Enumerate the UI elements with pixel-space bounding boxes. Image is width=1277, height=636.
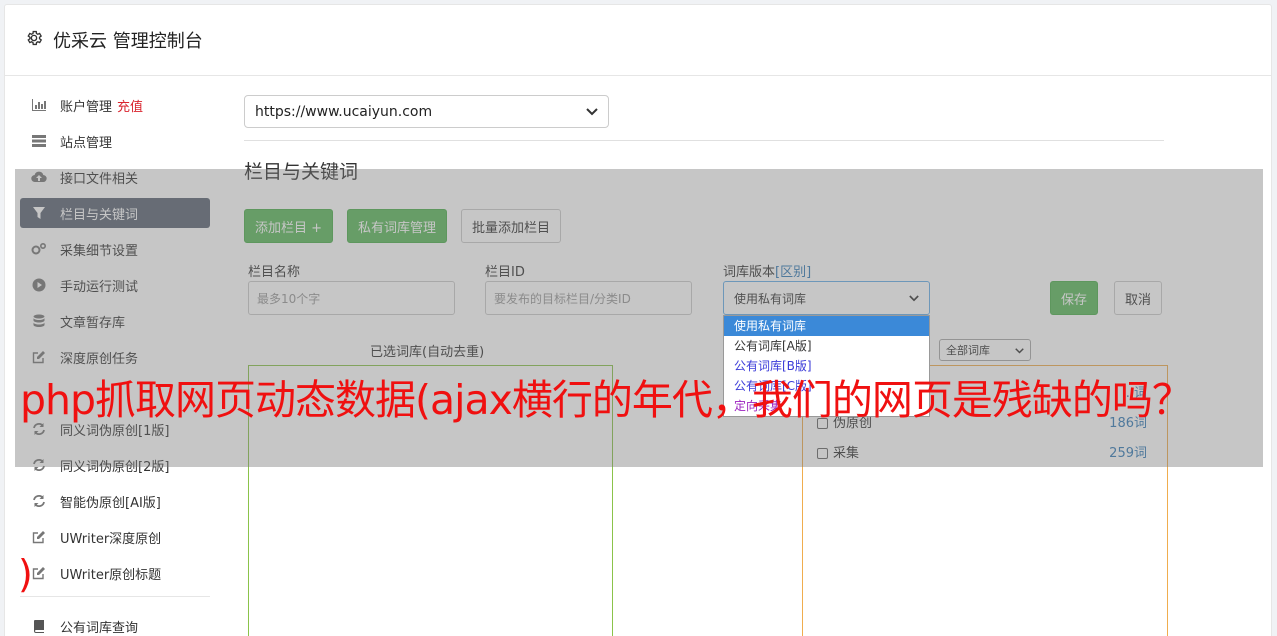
sidebar-item-public-lib-query[interactable]: 公有词库查询 bbox=[20, 611, 210, 636]
sidebar-item-label: 智能伪原创[AI版] bbox=[60, 495, 161, 511]
bar-chart-icon bbox=[30, 96, 48, 114]
paren-overlay: ) bbox=[18, 552, 33, 596]
headline-overlay: php抓取网页动态数据(ajax横行的年代，我们的网页是残缺的吗？ bbox=[20, 376, 1193, 424]
sidebar-divider bbox=[20, 596, 210, 597]
console-title: 优采云 管理控制台 bbox=[53, 31, 203, 52]
book-icon bbox=[30, 617, 48, 635]
sidebar-item-ai-rewrite[interactable]: 智能伪原创[AI版] bbox=[20, 486, 210, 516]
dropdown-option[interactable]: 使用私有词库 bbox=[724, 316, 929, 336]
sidebar-item-label: 账户管理 bbox=[60, 99, 113, 115]
refresh-icon bbox=[30, 492, 48, 510]
sidebar-item-sites[interactable]: 站点管理 bbox=[20, 126, 210, 156]
sidebar-item-uwriter-title[interactable]: UWriter原创标题 bbox=[20, 558, 210, 588]
site-select[interactable]: https://www.ucaiyun.com bbox=[244, 95, 609, 128]
edit-icon bbox=[30, 528, 48, 546]
sidebar-item-label: UWriter原创标题 bbox=[60, 567, 162, 583]
gear-icon bbox=[25, 29, 43, 51]
sidebar-item-label: UWriter深度原创 bbox=[60, 531, 162, 547]
dropdown-option[interactable]: 公有词库[A版] bbox=[724, 336, 929, 356]
sidebar-item-label: 公有词库查询 bbox=[60, 620, 139, 636]
server-icon bbox=[30, 132, 48, 150]
sidebar-item-uwriter-deep[interactable]: UWriter深度原创 bbox=[20, 522, 210, 552]
recharge-link[interactable]: 充值 bbox=[117, 96, 143, 115]
main-divider bbox=[244, 140, 1164, 141]
sidebar-item-label: 站点管理 bbox=[60, 135, 113, 151]
console-header: 优采云 管理控制台 bbox=[5, 5, 1271, 76]
chevron-down-icon bbox=[586, 104, 598, 120]
site-select-value: https://www.ucaiyun.com bbox=[255, 103, 433, 120]
sidebar-item-account[interactable]: 账户管理 充值 bbox=[20, 90, 210, 120]
